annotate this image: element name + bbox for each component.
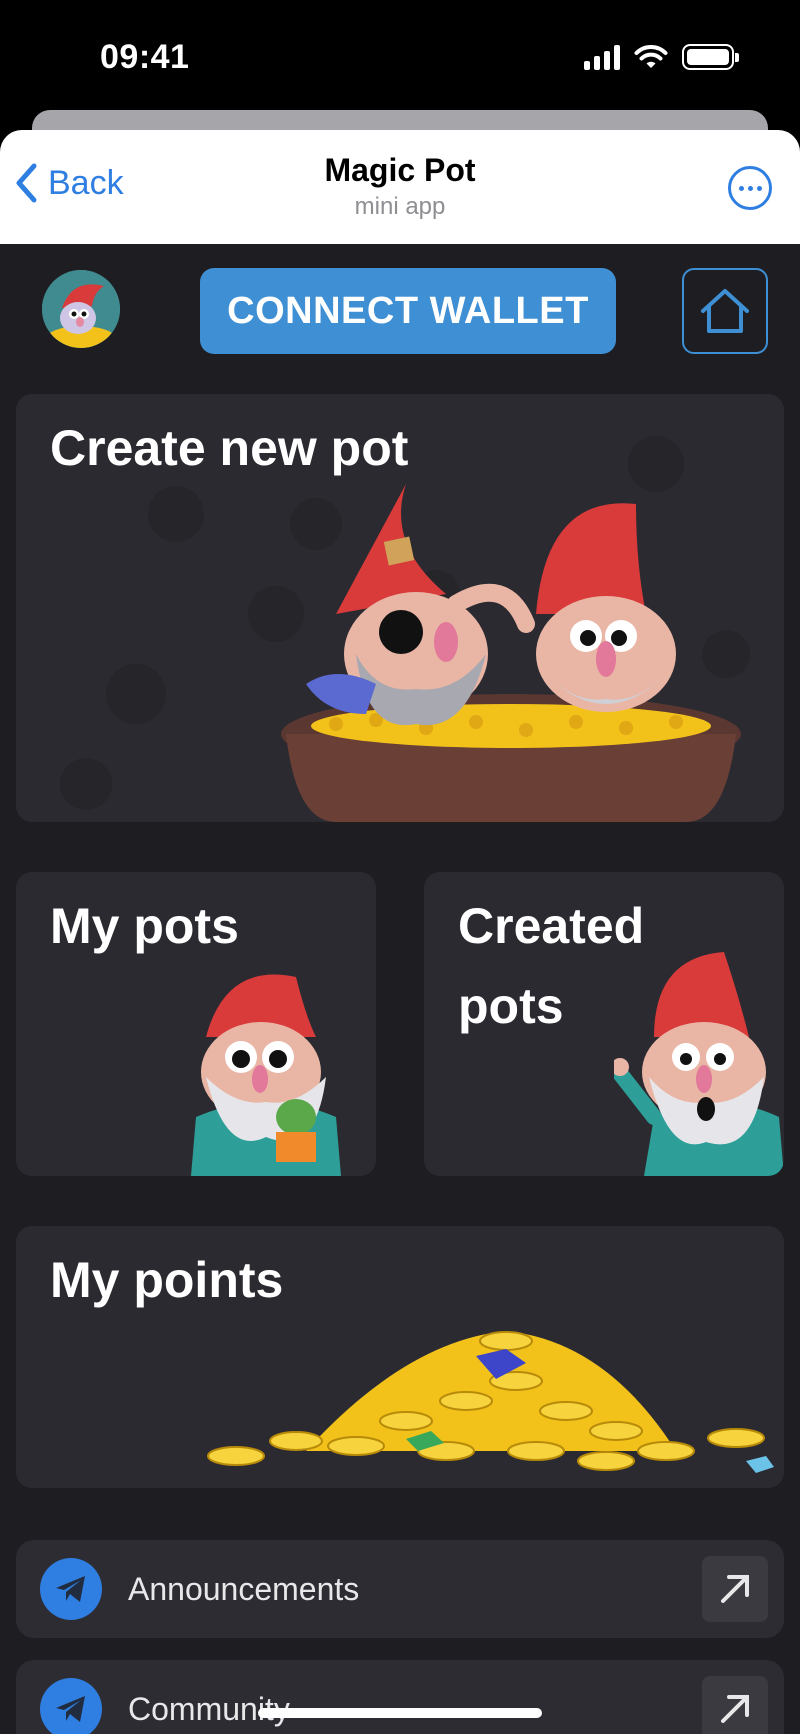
more-options-button[interactable]	[728, 166, 772, 210]
gold-coins-illustration	[207, 1331, 774, 1473]
connect-wallet-button[interactable]: CONNECT WALLET	[200, 268, 616, 354]
app-content: CONNECT WALLET Create new pot My pots Cr…	[0, 244, 800, 1734]
announcements-label: Announcements	[128, 1570, 360, 1607]
my-pots-title: My pots	[50, 898, 239, 954]
announcements-link[interactable]: Announcements	[16, 1540, 784, 1638]
telegram-icon	[40, 1678, 102, 1734]
my-points-card[interactable]: My points	[16, 1226, 784, 1488]
create-new-pot-title: Create new pot	[50, 420, 409, 476]
home-icon	[701, 289, 749, 333]
my-pots-card[interactable]: My pots	[16, 872, 376, 1176]
gnomes-pot-illustration	[281, 484, 741, 822]
app-subtitle: mini app	[354, 193, 446, 220]
status-bar: 09:41	[0, 0, 800, 110]
title-wrap: Magic Pot mini app	[0, 152, 800, 221]
create-new-pot-card[interactable]: Create new pot	[16, 394, 784, 822]
app-topbar: CONNECT WALLET	[0, 244, 800, 374]
external-arrow-icon	[702, 1556, 768, 1622]
external-arrow-icon	[702, 1676, 768, 1734]
status-time: 09:41	[100, 38, 190, 76]
battery-icon	[682, 44, 739, 70]
community-link[interactable]: Community	[16, 1660, 784, 1734]
gnome-frog-illustration	[191, 974, 341, 1176]
status-icons	[584, 44, 739, 70]
created-pots-title-line1: Created	[458, 898, 645, 954]
mini-app-header: Back Magic Pot mini app	[0, 130, 800, 244]
my-points-title: My points	[50, 1252, 284, 1308]
created-pots-card[interactable]: Created pots	[424, 872, 784, 1176]
cellular-signal-icon	[584, 44, 620, 70]
gnome-avatar-icon	[42, 270, 120, 348]
avatar[interactable]	[42, 270, 120, 348]
created-pots-title-line2: pots	[458, 978, 564, 1034]
wifi-icon	[634, 45, 668, 68]
home-button[interactable]	[682, 268, 768, 354]
app-title: Magic Pot	[324, 152, 476, 188]
pointing-gnome-illustration	[614, 952, 784, 1176]
telegram-icon	[40, 1558, 102, 1620]
home-indicator	[258, 1708, 542, 1718]
